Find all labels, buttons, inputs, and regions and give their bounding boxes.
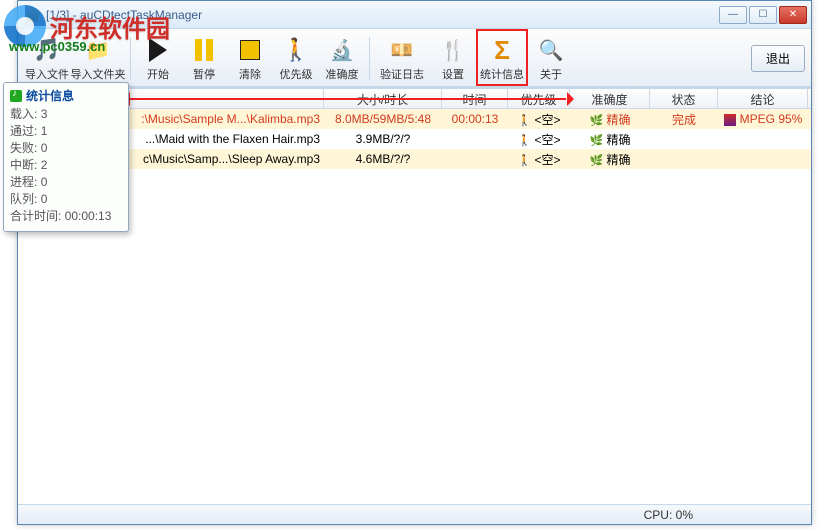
status-bar: CPU: 0% bbox=[18, 504, 811, 524]
verify-log-label: 验证日志 bbox=[380, 66, 424, 82]
toolbar: 🎵 导入文件 📁 导入文件夹 开始 暂停 清除 🚶 优先级 🔬 准确度 bbox=[18, 29, 811, 87]
start-label: 开始 bbox=[147, 66, 169, 82]
toolbar-separator bbox=[130, 37, 131, 80]
stats-total-time: 合计时间: 00:00:13 bbox=[10, 208, 122, 225]
col-status[interactable]: 状态 bbox=[650, 89, 718, 108]
log-icon: 💴 bbox=[391, 40, 413, 61]
runner-icon: 🚶 bbox=[517, 135, 531, 147]
start-button[interactable]: 开始 bbox=[135, 31, 181, 86]
cell-accuracy: 🌿 精确 bbox=[570, 111, 650, 128]
annotation-arrow bbox=[118, 98, 566, 100]
minimize-button[interactable]: — bbox=[719, 6, 747, 24]
import-folder-button[interactable]: 📁 导入文件夹 bbox=[70, 31, 126, 86]
magnifier-icon: 🔍 bbox=[539, 38, 564, 63]
cell-size: 4.6MB/?/? bbox=[324, 152, 442, 166]
table-row[interactable]: ...\Maid with the Flaxen Hair.mp3 3.9MB/… bbox=[18, 129, 811, 149]
about-button[interactable]: 🔍 关于 bbox=[528, 31, 574, 86]
app-icon bbox=[26, 8, 40, 22]
titlebar[interactable]: [1/3] - auCDtectTaskManager — ☐ ✕ bbox=[18, 1, 811, 29]
import-files-label: 导入文件 bbox=[25, 66, 69, 82]
priority-icon: 🚶 bbox=[282, 37, 309, 63]
table-row[interactable]: :\Music\Sample M...\Kalimba.mp3 8.0MB/59… bbox=[18, 109, 811, 129]
table-body: :\Music\Sample M...\Kalimba.mp3 8.0MB/59… bbox=[18, 109, 811, 169]
stats-passed: 通过: 1 bbox=[10, 123, 122, 140]
import-files-button[interactable]: 🎵 导入文件 bbox=[24, 31, 70, 86]
col-accuracy[interactable]: 准确度 bbox=[570, 89, 650, 108]
runner-icon: 🚶 bbox=[517, 115, 531, 127]
stats-label: 统计信息 bbox=[480, 66, 524, 82]
clear-button[interactable]: 清除 bbox=[227, 31, 273, 86]
stats-queue: 队列: 0 bbox=[10, 191, 122, 208]
pause-icon bbox=[195, 39, 213, 61]
stats-loaded: 载入: 3 bbox=[10, 106, 122, 123]
close-button[interactable]: ✕ bbox=[779, 6, 807, 24]
sigma-icon: Σ bbox=[494, 35, 510, 66]
stats-popup: 统计信息 载入: 3 通过: 1 失败: 0 中断: 2 进程: 0 队列: 0… bbox=[3, 82, 129, 232]
cell-priority: 🚶 <空> bbox=[508, 151, 570, 168]
play-icon bbox=[149, 38, 167, 62]
accuracy-button[interactable]: 🔬 准确度 bbox=[319, 31, 365, 86]
microscope-icon: 🔬 bbox=[330, 38, 355, 63]
stats-progress: 进程: 0 bbox=[10, 174, 122, 191]
pause-button[interactable]: 暂停 bbox=[181, 31, 227, 86]
folder-icon: 📁 bbox=[86, 38, 111, 63]
music-note-icon: 🎵 bbox=[33, 37, 60, 63]
pause-label: 暂停 bbox=[193, 66, 215, 82]
accuracy-label: 准确度 bbox=[326, 66, 359, 82]
cell-size: 3.9MB/?/? bbox=[324, 132, 442, 146]
cell-priority: 🚶 <空> bbox=[508, 131, 570, 148]
tuning-fork-icon: 🍴 bbox=[441, 38, 466, 63]
stats-button[interactable]: Σ 统计信息 bbox=[476, 29, 528, 86]
settings-button[interactable]: 🍴 设置 bbox=[430, 31, 476, 86]
leaf-icon: 🌿 bbox=[589, 115, 603, 127]
cell-status: 完成 bbox=[650, 111, 718, 128]
verify-log-button[interactable]: 💴 验证日志 bbox=[374, 31, 430, 86]
runner-icon: 🚶 bbox=[517, 155, 531, 167]
mpeg-icon bbox=[724, 114, 736, 126]
stats-failed: 失败: 0 bbox=[10, 140, 122, 157]
quit-button[interactable]: 退出 bbox=[751, 45, 805, 72]
cell-priority: 🚶 <空> bbox=[508, 111, 570, 128]
maximize-button[interactable]: ☐ bbox=[749, 6, 777, 24]
settings-label: 设置 bbox=[442, 66, 464, 82]
clear-label: 清除 bbox=[239, 66, 261, 82]
cell-size: 8.0MB/59MB/5:48 bbox=[324, 112, 442, 126]
cell-accuracy: 🌿 精确 bbox=[570, 151, 650, 168]
priority-button[interactable]: 🚶 优先级 bbox=[273, 31, 319, 86]
import-folder-label: 导入文件夹 bbox=[71, 66, 126, 82]
stop-icon bbox=[240, 40, 260, 60]
cell-accuracy: 🌿 精确 bbox=[570, 131, 650, 148]
music-icon bbox=[10, 90, 22, 102]
leaf-icon: 🌿 bbox=[589, 135, 603, 147]
col-result[interactable]: 结论 bbox=[718, 89, 808, 108]
cpu-usage: CPU: 0% bbox=[644, 508, 693, 522]
about-label: 关于 bbox=[540, 66, 562, 82]
table-row[interactable]: c\Music\Samp...\Sleep Away.mp3 4.6MB/?/?… bbox=[18, 149, 811, 169]
stats-title-text: 统计信息 bbox=[26, 87, 74, 104]
cell-time: 00:00:13 bbox=[442, 112, 508, 126]
stats-popup-title: 统计信息 bbox=[10, 87, 122, 104]
stats-aborted: 中断: 2 bbox=[10, 157, 122, 174]
leaf-icon: 🌿 bbox=[589, 155, 603, 167]
priority-label: 优先级 bbox=[280, 66, 313, 82]
app-window: [1/3] - auCDtectTaskManager — ☐ ✕ 🎵 导入文件… bbox=[17, 0, 812, 525]
window-title: [1/3] - auCDtectTaskManager bbox=[46, 8, 719, 22]
toolbar-separator bbox=[369, 37, 370, 80]
cell-result: MPEG 95% bbox=[718, 112, 808, 126]
